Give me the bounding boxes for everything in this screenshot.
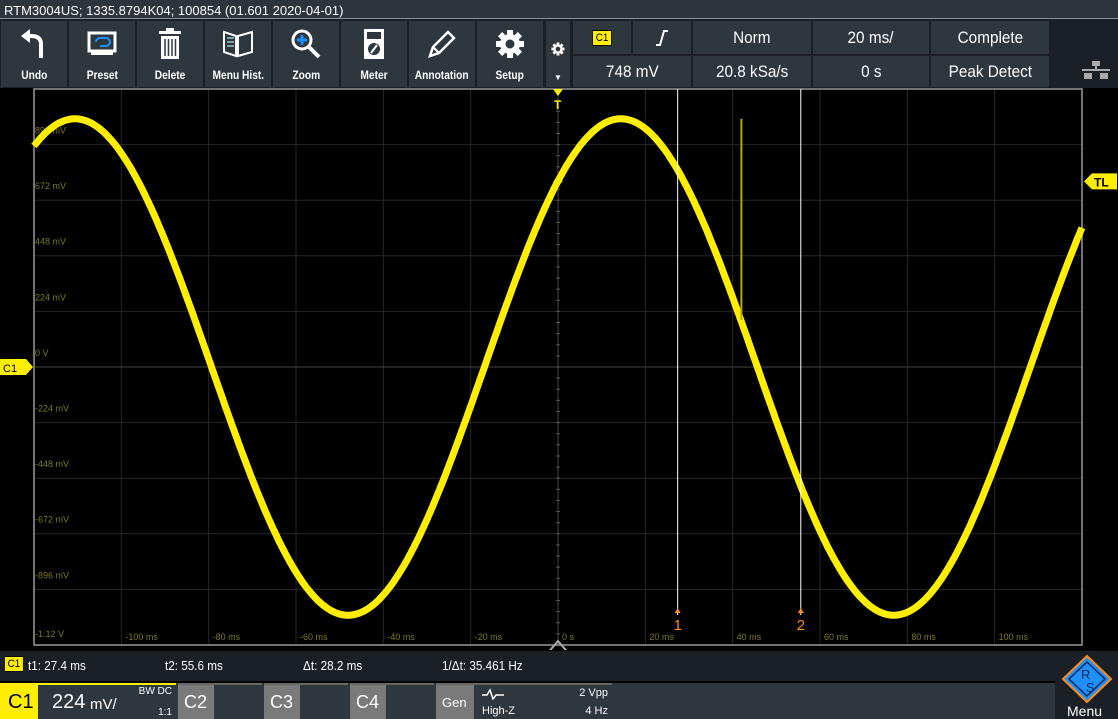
- settings-menu-button[interactable]: ▼: [546, 21, 570, 87]
- meter-button[interactable]: Meter: [341, 21, 407, 87]
- y-axis-label: -1.12 V: [35, 629, 64, 639]
- cursor-label-1: 1: [674, 617, 682, 634]
- channel-c3-button[interactable]: C3: [264, 683, 300, 719]
- x-axis-label: -20 ms: [475, 632, 503, 642]
- x-axis-label: -100 ms: [125, 632, 158, 642]
- y-axis-label: 448 mV: [35, 237, 66, 247]
- preset-icon: [87, 26, 117, 62]
- trigger-position-marker: [553, 89, 563, 96]
- cursor-channel-badge: C1: [4, 656, 24, 672]
- delete-button[interactable]: Delete: [137, 21, 203, 87]
- cursor-t1: t1: 27.4 ms: [28, 658, 86, 673]
- channel-c4-button[interactable]: C4: [350, 683, 386, 719]
- zoom-button[interactable]: Zoom: [273, 21, 339, 87]
- undo-icon: [19, 26, 49, 62]
- setup-button[interactable]: Setup: [477, 21, 543, 87]
- x-axis-label: 60 ms: [824, 632, 849, 642]
- menu-button[interactable]: RS Menu: [1055, 651, 1118, 719]
- trash-icon: [158, 26, 182, 62]
- horizontal-position[interactable]: 0 s: [813, 56, 929, 87]
- x-axis-label: -40 ms: [387, 632, 415, 642]
- pencil-icon: [427, 26, 457, 62]
- y-axis-label: -224 mV: [35, 403, 69, 413]
- y-axis-label: -672 mV: [35, 515, 69, 525]
- cursor-arrow-2: [797, 608, 804, 613]
- trigger-slope[interactable]: [633, 21, 691, 54]
- y-axis-label: 672 mV: [35, 181, 66, 191]
- channel-c1-button[interactable]: C1: [0, 683, 38, 719]
- generator-button[interactable]: Gen: [436, 683, 474, 719]
- cursor-readout[interactable]: C1 t1: 27.4 ms t2: 55.6 ms Δt: 28.2 ms 1…: [0, 651, 1060, 681]
- x-axis-label: 100 ms: [999, 632, 1029, 642]
- sample-rate[interactable]: 20.8 kSa/s: [693, 56, 811, 87]
- gear-small-icon: [551, 31, 565, 67]
- rising-edge-icon: [656, 29, 668, 46]
- channel-c1-settings[interactable]: 224 mV/ BW DC 1:1: [38, 683, 176, 719]
- channel-c2-button[interactable]: C2: [178, 683, 214, 719]
- cursor-frequency: 1/Δt: 35.461 Hz: [442, 658, 523, 673]
- y-axis-label: -448 mV: [35, 459, 69, 469]
- channel-c2-settings[interactable]: [214, 683, 262, 719]
- generator-settings[interactable]: High-Z 2 Vpp 4 Hz: [474, 683, 612, 719]
- channel-c4-settings[interactable]: [386, 683, 434, 719]
- network-icon: [1082, 61, 1110, 84]
- trigger-level[interactable]: 748 mV: [573, 56, 691, 87]
- gear-icon: [495, 26, 525, 62]
- x-axis-label: -60 ms: [300, 632, 328, 642]
- waveform-display[interactable]: 896 mV 672 mV 448 mV 224 mV 0 V -224 mV -448 m…: [0, 88, 1118, 656]
- waveform-svg: 896 mV672 mV448 mV224 mV0 V-224 mV-448 m…: [0, 88, 1117, 656]
- channel-bar: C1 224 mV/ BW DC 1:1 C2 C3 C4 Gen High-Z…: [0, 683, 1118, 719]
- trigger-source[interactable]: C1: [573, 21, 631, 54]
- toolbar: Undo Preset Delete Menu Hist. Zoom Meter…: [0, 19, 1118, 88]
- trigger-mode[interactable]: Norm: [693, 21, 811, 54]
- zoom-icon: [290, 26, 322, 62]
- cursor-label-2: 2: [797, 617, 805, 634]
- annotation-button[interactable]: Annotation: [409, 21, 475, 87]
- channel-c3-settings[interactable]: [300, 683, 348, 719]
- cursor-t2: t2: 55.6 ms: [165, 658, 223, 673]
- svg-text:S: S: [1086, 680, 1095, 695]
- acquisition-mode[interactable]: Peak Detect: [931, 56, 1049, 87]
- rs-logo-icon: RS: [1061, 654, 1113, 704]
- waveform-pulse-icon: [482, 688, 504, 700]
- x-axis-label: 0 s: [562, 632, 575, 642]
- cursor-delta: Δt: 28.2 ms: [303, 658, 363, 673]
- channel-offset-label: C1: [3, 363, 17, 375]
- y-axis-label: 0 V: [35, 348, 49, 358]
- preset-button[interactable]: Preset: [69, 21, 135, 87]
- x-axis-label: 20 ms: [649, 632, 674, 642]
- x-axis-label: -80 ms: [213, 632, 241, 642]
- menu-history-button[interactable]: Menu Hist.: [205, 21, 271, 87]
- trigger-level-label: TL: [1094, 175, 1109, 189]
- undo-button[interactable]: Undo: [1, 21, 67, 87]
- x-axis-label: 80 ms: [911, 632, 936, 642]
- y-axis-label: -896 mV: [35, 570, 69, 580]
- x-axis-label: 40 ms: [737, 632, 762, 642]
- menu-history-icon: [222, 26, 254, 62]
- cursor-arrow-1: [674, 608, 681, 613]
- acquisition-state[interactable]: Complete: [931, 21, 1049, 54]
- y-axis-label: 224 mV: [35, 292, 66, 302]
- timebase[interactable]: 20 ms/: [813, 21, 929, 54]
- chevron-down-icon: ▼: [554, 73, 562, 82]
- meter-icon: [363, 26, 385, 62]
- title-bar: RTM3004US; 1335.8794K04; 100854 (01.601 …: [0, 0, 1118, 19]
- instrument-title: RTM3004US; 1335.8794K04; 100854 (01.601 …: [4, 3, 344, 18]
- trigger-marker-label: T: [554, 98, 562, 112]
